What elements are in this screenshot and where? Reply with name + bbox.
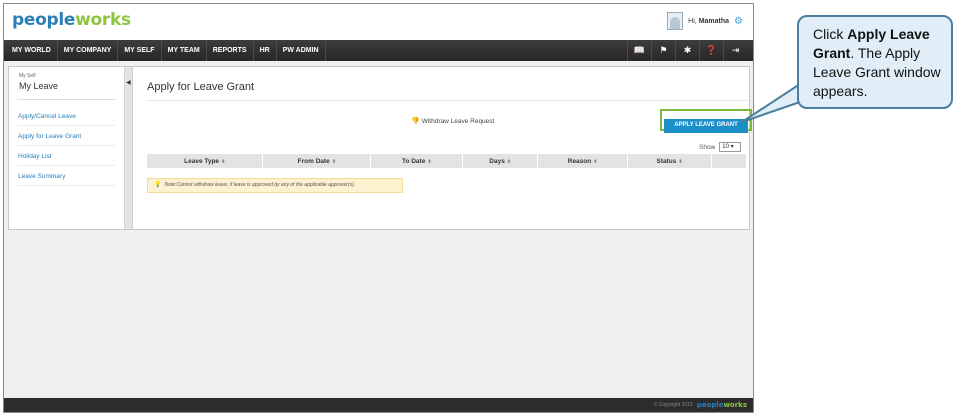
thumbs-down-icon: 👎 bbox=[411, 118, 420, 125]
apply-leave-grant-button[interactable]: APPLY LEAVE GRANT bbox=[664, 118, 748, 133]
sidebar-item-leave-summary[interactable]: Leave Summary bbox=[17, 173, 115, 186]
lightbulb-icon: 💡 bbox=[154, 182, 162, 188]
table-header-row: Leave Type ⬍ From Date ⬍ To Date ⬍ Days ⬍ Re… bbox=[147, 154, 748, 168]
column-leave-type[interactable]: Leave Type ⬍ bbox=[147, 154, 264, 168]
page-size-select[interactable]: 10 ▾ bbox=[719, 142, 742, 152]
app-window: peopleworks Hi, Mamatha ⚙ MY WORLD MY CO… bbox=[3, 3, 754, 413]
exit-icon[interactable]: ⇥ bbox=[723, 40, 747, 61]
nav-my-self[interactable]: MY SELF bbox=[118, 40, 162, 61]
divider bbox=[147, 100, 747, 101]
footer-logo: peopleworks bbox=[696, 401, 747, 409]
page-size-control: Show 10 ▾ bbox=[699, 142, 742, 152]
main-area: Apply for Leave Grant 👎 Withdraw Leave R… bbox=[141, 67, 752, 229]
help-icon[interactable]: ❓ bbox=[699, 40, 723, 61]
content-panel: My Self My Leave Apply/Cancel Leave Appl… bbox=[8, 66, 752, 230]
callout-pointer bbox=[741, 82, 801, 123]
book-icon[interactable]: 📖 bbox=[627, 40, 651, 61]
sidebar-section-title: My Leave bbox=[19, 81, 59, 91]
column-to-date[interactable]: To Date ⬍ bbox=[370, 154, 464, 168]
column-status[interactable]: Status ⬍ bbox=[627, 154, 712, 168]
sort-icon: ⬍ bbox=[427, 158, 432, 165]
leave-grant-table: Leave Type ⬍ From Date ⬍ To Date ⬍ Days ⬍ Re… bbox=[147, 154, 748, 168]
copyright: © Copyright 2015 peopleworks bbox=[653, 401, 747, 409]
column-from-date[interactable]: From Date ⬍ bbox=[262, 154, 372, 168]
sort-icon: ⬍ bbox=[506, 158, 512, 165]
sidebar-item-apply-leave-grant[interactable]: Apply for Leave Grant bbox=[17, 133, 115, 146]
sort-icon: ⬍ bbox=[221, 158, 226, 165]
sidebar-section-small: My Self bbox=[19, 73, 36, 79]
nav-reports[interactable]: REPORTS bbox=[207, 40, 254, 61]
nav-pw-admin[interactable]: PW ADMIN bbox=[277, 40, 326, 61]
nav-my-company[interactable]: MY COMPANY bbox=[58, 40, 119, 61]
top-bar: peopleworks Hi, Mamatha ⚙ bbox=[4, 4, 753, 40]
instruction-callout: Click Apply Leave Grant. The Apply Leave… bbox=[797, 15, 953, 109]
sidebar-item-holiday-list[interactable]: Holiday List bbox=[17, 153, 115, 166]
page-title: Apply for Leave Grant bbox=[147, 81, 255, 93]
sidebar: My Self My Leave Apply/Cancel Leave Appl… bbox=[9, 67, 125, 229]
flag-icon[interactable]: ⚑ bbox=[651, 40, 675, 61]
withdraw-leave-link[interactable]: 👎 Withdraw Leave Request bbox=[411, 117, 495, 126]
main-nav: MY WORLD MY COMPANY MY SELF MY TEAM REPO… bbox=[4, 40, 753, 61]
tools-icon[interactable]: ✱ bbox=[675, 40, 699, 61]
user-menu[interactable]: Hi, Mamatha ⚙ bbox=[667, 12, 743, 30]
column-actions bbox=[711, 154, 748, 168]
note-text: Note:Cannot withdraw leave, if leave is … bbox=[164, 182, 356, 188]
highlight-box: APPLY LEAVE GRANT bbox=[660, 109, 752, 133]
sort-icon: ⬍ bbox=[678, 158, 683, 165]
withdraw-label: Withdraw Leave Request bbox=[421, 117, 495, 125]
show-label: Show bbox=[699, 143, 716, 151]
chevron-left-icon: ◀ bbox=[126, 80, 131, 86]
sidebar-item-apply-cancel-leave[interactable]: Apply/Cancel Leave bbox=[17, 113, 115, 126]
nav-hr[interactable]: HR bbox=[254, 40, 277, 61]
nav-icons: 📖 ⚑ ✱ ❓ ⇥ bbox=[627, 40, 747, 61]
info-note: 💡 Note:Cannot withdraw leave, if leave is… bbox=[147, 178, 403, 193]
gear-icon[interactable]: ⚙ bbox=[734, 16, 743, 27]
sort-icon: ⬍ bbox=[331, 158, 337, 165]
column-days[interactable]: Days ⬍ bbox=[462, 154, 539, 168]
user-greeting: Hi, Mamatha bbox=[688, 17, 730, 25]
sort-icon: ⬍ bbox=[593, 158, 598, 165]
avatar[interactable] bbox=[667, 12, 684, 30]
nav-my-team[interactable]: MY TEAM bbox=[162, 40, 207, 61]
sidebar-collapse-handle[interactable]: ◀ bbox=[125, 67, 133, 229]
column-reason[interactable]: Reason ⬍ bbox=[537, 154, 629, 168]
footer: © Copyright 2015 peopleworks bbox=[4, 398, 753, 412]
divider bbox=[17, 99, 115, 100]
peopleworks-logo[interactable]: peopleworks bbox=[12, 10, 131, 30]
nav-my-world[interactable]: MY WORLD bbox=[4, 40, 58, 61]
